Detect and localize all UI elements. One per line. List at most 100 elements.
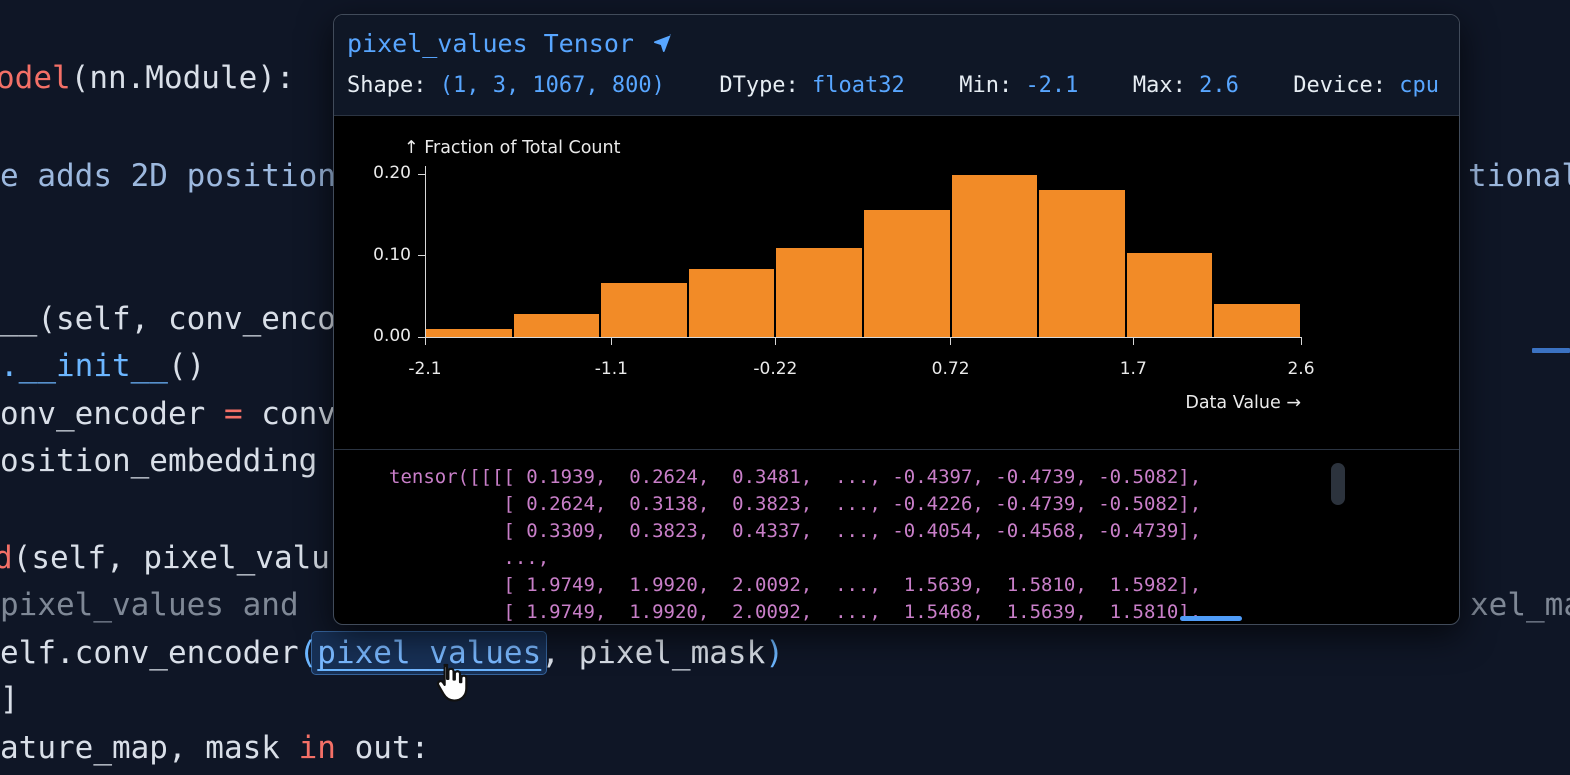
code-line-super-init: .__init__() (0, 348, 205, 384)
code-token: elf.conv_encoder (0, 635, 299, 671)
tensor-output-line: ..., (389, 547, 550, 569)
y-tick-label: 0.00 (373, 326, 411, 346)
x-tick (610, 337, 612, 345)
histogram-chart: ↑ Fraction of Total Count 0.00 0.10 0.20 -2… (334, 116, 1459, 449)
meta-dtype-label: DType: (719, 73, 813, 98)
histogram-bar (1126, 253, 1213, 337)
popup-title-row: pixel_values Tensor (347, 29, 1443, 58)
code-token: odel (0, 60, 71, 96)
horizontal-scrollbar-thumb[interactable] (1180, 616, 1242, 621)
histogram-bar (426, 328, 512, 337)
code-line-conv-encoder-assign: onv_encoder = conv (0, 396, 336, 432)
tensor-output-line: tensor([[[[ 0.1939, 0.2624, 0.3481, ...,… (389, 466, 1202, 488)
tensor-output-line: [ 0.3309, 0.3823, 0.4337, ..., -0.4054, … (389, 520, 1202, 542)
code-token: xel_ma (1470, 587, 1570, 623)
histogram-bar (601, 283, 687, 337)
meta-max-label: Max: (1132, 73, 1200, 98)
meta-device-value: cpu (1399, 73, 1439, 98)
histogram-bar (1214, 303, 1300, 337)
code-token: ) (765, 635, 784, 671)
x-tick-label: 2.6 (1287, 359, 1315, 379)
x-tick-label: -0.22 (753, 359, 798, 379)
code-token: out: (335, 730, 430, 766)
code-line-comment: pixel_values and (0, 587, 299, 623)
code-line-for-loop: ature_map, mask in out: (0, 730, 429, 766)
code-fragment-right-2: xel_ma (1470, 587, 1570, 623)
code-token: ature_map, mask (0, 730, 299, 766)
histogram-bar (688, 268, 775, 337)
histogram-bar (1039, 189, 1125, 337)
code-token: onv_encoder (0, 396, 224, 432)
x-tick-label: 1.7 (1119, 359, 1147, 379)
code-token: in (298, 730, 336, 766)
y-tick-label: 0.10 (373, 244, 411, 265)
meta-max: Max: 2.6 (1133, 73, 1239, 98)
meta-dtype: DType: float32 (719, 73, 904, 98)
meta-shape: Shape: (1, 3, 1067, 800) (347, 73, 665, 98)
meta-device: Device: cpu (1293, 73, 1439, 98)
histogram-bar (776, 248, 862, 337)
tensor-output-line: [ 1.9749, 1.9920, 2.0092, ..., 1.5468, 1… (389, 601, 1202, 623)
code-token: conv (242, 396, 336, 432)
open-in-panel-icon[interactable] (652, 33, 673, 54)
x-tick-label: -2.1 (408, 359, 442, 379)
meta-dtype-value: float32 (812, 73, 905, 98)
x-tick (774, 337, 776, 345)
x-axis-line (425, 337, 1301, 338)
tensor-meta-row: Shape: (1, 3, 1067, 800) DType: float32 Mi… (347, 73, 1443, 98)
vertical-scrollbar-thumb[interactable] (1331, 463, 1345, 505)
code-fragment-right-1: tional (1468, 158, 1570, 194)
x-tick (950, 337, 952, 345)
meta-device-label: Device: (1293, 73, 1400, 98)
code-token: , pixel_mask (541, 635, 766, 671)
code-line-docstring: e adds 2D position (0, 158, 336, 194)
code-token: e adds 2D position (0, 158, 336, 194)
x-axis-title: Data Value → (1185, 393, 1301, 413)
mouse-pointer-hand-icon (436, 663, 468, 702)
y-tick-label: 0.20 (373, 163, 411, 184)
code-token: osition_embedding (0, 443, 318, 479)
code-token: ] (0, 681, 19, 717)
code-token: (self, pixel_valu (12, 540, 330, 576)
tensor-output-line: [ 1.9749, 1.9920, 2.0092, ..., 1.5639, 1… (389, 574, 1202, 596)
meta-max-value: 2.6 (1199, 73, 1239, 98)
x-tick (424, 337, 426, 345)
histogram-bar (864, 209, 950, 337)
code-token: pixel_values and (0, 587, 299, 623)
y-axis-line (425, 166, 426, 337)
code-line-forward-def: d(self, pixel_valu (0, 540, 330, 576)
meta-min: Min: -2.1 (959, 73, 1078, 98)
tensor-type-badge: Tensor (543, 29, 634, 58)
code-token: () (167, 348, 206, 384)
tensor-output-line: [ 0.2624, 0.3138, 0.3823, ..., -0.4226, … (389, 493, 1202, 515)
y-tick (418, 173, 425, 175)
code-token: __(self, conv_enco (0, 301, 336, 337)
popup-header: pixel_values Tensor Shape: (1, 3, 1067, … (334, 15, 1459, 116)
histogram-bar (951, 174, 1038, 337)
code-line-bracket: ] (0, 681, 19, 717)
meta-min-value: -2.1 (1025, 73, 1079, 98)
meta-shape-value: (1, 3, 1067, 800) (439, 73, 665, 98)
code-token: (nn.Module): (70, 60, 295, 96)
tensor-values-output: tensor([[[[ 0.1939, 0.2624, 0.3481, ...,… (334, 449, 1459, 624)
y-axis-title: ↑ Fraction of Total Count (404, 138, 621, 158)
tensor-name: pixel_values (347, 29, 528, 58)
code-token: tional (1468, 158, 1570, 194)
code-line-class-def: odel(nn.Module): (0, 60, 295, 96)
histogram-plot-area: 0.00 0.10 0.20 -2.1 -1.1 -0.22 0.72 1.7 2.6 (373, 163, 1314, 379)
code-line-conv-encoder-call: elf.conv_encoder(pixel_values, pixel_mas… (0, 631, 784, 675)
x-tick (1132, 337, 1134, 345)
code-token: = (223, 396, 243, 432)
x-tick (1300, 337, 1302, 345)
histogram-bar (513, 314, 600, 337)
code-line-position-embedding: osition_embedding (0, 443, 317, 479)
meta-min-label: Min: (959, 73, 1026, 98)
code-line-init-def: __(self, conv_enco (0, 301, 336, 337)
x-tick-label: -1.1 (594, 359, 628, 379)
scrollbar-marker (1532, 348, 1570, 353)
tensor-inspector-popup: pixel_values Tensor Shape: (1, 3, 1067, … (333, 14, 1460, 625)
y-tick (418, 255, 425, 257)
code-token: .__init__ (0, 348, 168, 384)
x-tick-label: 0.72 (931, 359, 970, 379)
meta-shape-label: Shape: (347, 73, 440, 98)
